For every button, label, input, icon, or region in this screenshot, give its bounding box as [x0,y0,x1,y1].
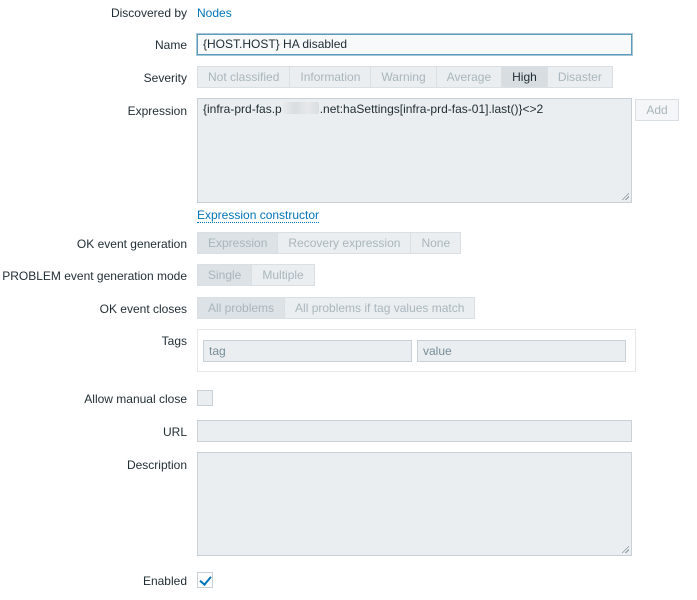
name-input[interactable]: {HOST.HOST} HA disabled [196,33,633,56]
discovered-by-label: Discovered by [110,6,187,20]
ok-closes-option-tag-match[interactable]: All problems if tag values match [285,297,476,319]
enabled-label: Enabled [142,574,187,588]
ok-event-closes-selector[interactable]: All problems All problems if tag values … [197,297,476,319]
expression-textarea[interactable]: {infra-prd-fas.p .net:haSettings[infra-pr… [197,98,632,203]
severity-option-disaster[interactable]: Disaster [547,66,613,88]
tag-value-input[interactable]: value [417,340,626,362]
enabled-checkbox[interactable] [197,572,213,588]
problem-mode-label: PROBLEM event generation mode [2,269,187,283]
tag-name-placeholder: tag [209,344,226,358]
url-input[interactable] [197,420,632,442]
tag-name-input[interactable]: tag [203,340,412,362]
resize-grip-icon[interactable] [621,192,629,200]
resize-grip-icon[interactable] [621,545,629,553]
discovered-by-link[interactable]: Nodes [197,6,232,20]
tags-label: Tags [161,334,187,348]
name-input-value: {HOST.HOST} HA disabled [203,37,348,51]
allow-manual-close-checkbox[interactable] [197,390,213,406]
description-label: Description [126,458,187,472]
expression-value-prefix: {infra-prd-fas.p [203,102,282,116]
redacted-text [282,102,319,114]
ok-event-option-recovery-expression[interactable]: Recovery expression [278,232,412,254]
ok-event-generation-label: OK event generation [76,237,187,251]
severity-option-high[interactable]: High [502,66,548,88]
expression-value-suffix: .net:haSettings[infra-prd-fas-01].last()… [319,102,544,116]
ok-event-option-expression[interactable]: Expression [197,232,279,254]
expression-add-button[interactable]: Add [635,99,679,121]
severity-option-warning[interactable]: Warning [371,66,437,88]
expression-constructor-link[interactable]: Expression constructor [197,208,320,223]
ok-event-generation-selector[interactable]: Expression Recovery expression None [197,232,462,254]
severity-label: Severity [143,71,187,85]
problem-mode-option-multiple[interactable]: Multiple [252,264,315,286]
severity-option-information[interactable]: Information [290,66,372,88]
problem-mode-selector[interactable]: Single Multiple [197,264,315,286]
severity-option-average[interactable]: Average [436,66,503,88]
problem-mode-option-single[interactable]: Single [197,264,253,286]
expression-label: Expression [127,104,187,118]
ok-closes-option-all-problems[interactable]: All problems [197,297,286,319]
ok-event-option-none[interactable]: None [411,232,462,254]
severity-selector[interactable]: Not classified Information Warning Avera… [197,66,613,88]
severity-option-not-classified[interactable]: Not classified [197,66,291,88]
description-textarea[interactable] [197,452,632,556]
allow-manual-close-label: Allow manual close [84,392,187,406]
name-label: Name [154,38,187,52]
tag-value-placeholder: value [423,344,452,358]
checkmark-icon [199,573,212,586]
ok-event-closes-label: OK event closes [99,302,187,316]
url-label: URL [162,425,187,439]
